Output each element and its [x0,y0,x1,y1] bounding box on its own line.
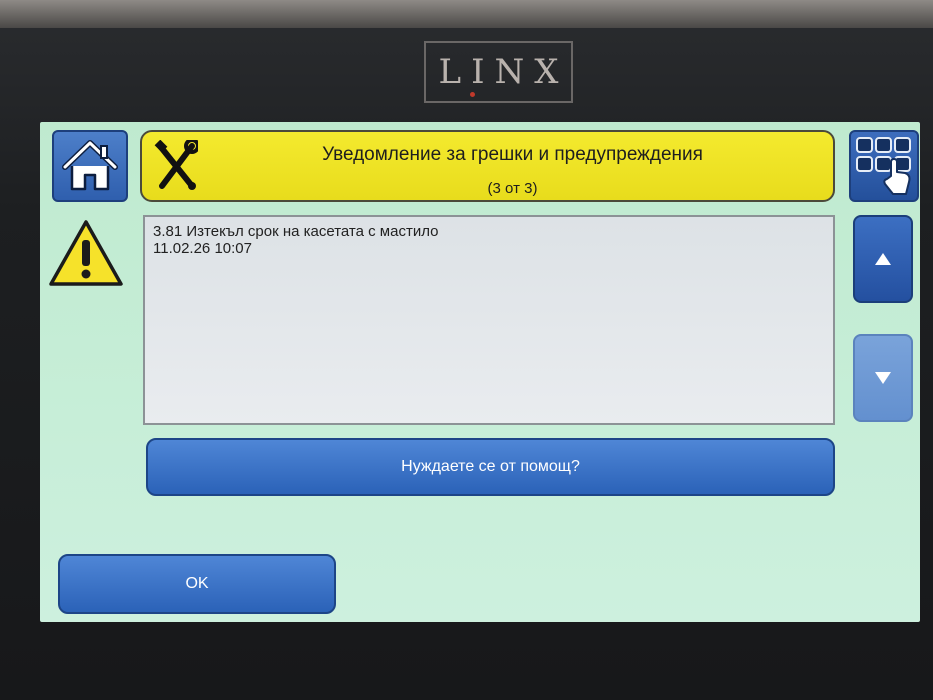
message-line-error: 3.81 Изтекъл срок на касетата с мастило [153,223,439,240]
help-button[interactable]: Нуждаете се от помощ? [146,438,835,496]
arrow-down-icon [875,372,891,384]
notification-header: Уведомление за грешки и предупреждения (… [140,130,835,202]
touch-screen: Уведомление за грешки и предупреждения (… [40,122,920,622]
scroll-up-button[interactable] [853,215,913,303]
home-button[interactable] [52,130,128,202]
ok-button-label: OK [185,575,209,592]
brand-logo: LINX [424,41,573,103]
header-title: Уведомление за грешки и предупреждения [322,144,703,165]
help-button-label: Нуждаете се от помощ? [401,458,580,475]
home-icon [62,140,118,191]
message-text-area: 3.81 Изтекъл срок на касетата с мастило … [143,215,835,425]
grid-menu-icon [856,137,911,195]
scroll-down-button[interactable] [853,334,913,422]
message-line-timestamp: 11.02.26 10:07 [153,240,252,257]
printer-device-bezel: LINX Уведомление за грешки и предупрежде… [0,0,933,700]
arrow-up-icon [875,253,891,265]
tools-icon [154,140,198,190]
ok-button[interactable]: OK [58,554,336,614]
warning-icon [49,220,123,286]
device-top-edge [0,0,933,28]
menu-grid-button[interactable] [849,130,919,202]
header-page-counter: (3 от 3) [487,180,538,197]
brand-name: LINX [438,52,569,92]
brand-logo-dot [470,92,475,97]
